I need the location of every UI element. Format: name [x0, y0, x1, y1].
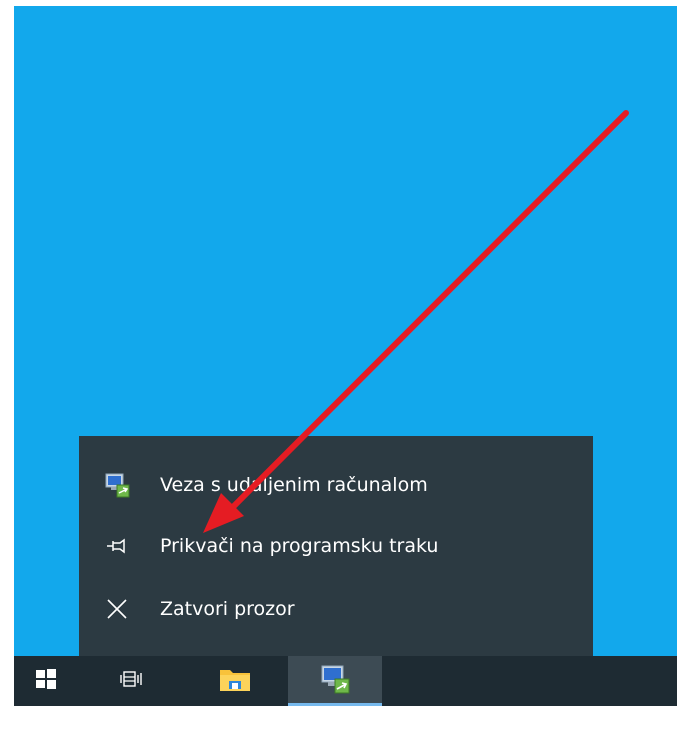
pin-icon — [103, 532, 131, 560]
jump-list-item-label: Zatvori prozor — [160, 598, 295, 620]
remote-desktop-icon — [103, 471, 131, 499]
jump-list-item-close[interactable]: Zatvori prozor — [79, 581, 593, 637]
jump-list-menu: Veza s udaljenim računalom Prikvači na p… — [79, 436, 593, 656]
remote-desktop-icon — [319, 663, 351, 699]
remote-desktop-taskbar-button[interactable] — [288, 656, 382, 706]
file-explorer-icon — [218, 664, 252, 698]
jump-list-item-pin[interactable]: Prikvači na programsku traku — [79, 518, 593, 574]
close-icon — [103, 595, 131, 623]
windows-start-icon — [35, 668, 57, 694]
bottom-margin — [0, 706, 677, 733]
jump-list-item-remote-desktop[interactable]: Veza s udaljenim računalom — [79, 457, 593, 513]
taskbar — [14, 656, 677, 706]
jump-list-item-label: Veza s udaljenim računalom — [160, 474, 428, 496]
start-button[interactable] — [14, 656, 78, 706]
jump-list-item-label: Prikvači na programsku traku — [160, 535, 439, 557]
file-explorer-button[interactable] — [202, 656, 268, 706]
task-view-button[interactable] — [100, 656, 164, 706]
screenshot-frame: Veza s udaljenim računalom Prikvači na p… — [0, 0, 677, 733]
task-view-icon — [120, 667, 144, 695]
